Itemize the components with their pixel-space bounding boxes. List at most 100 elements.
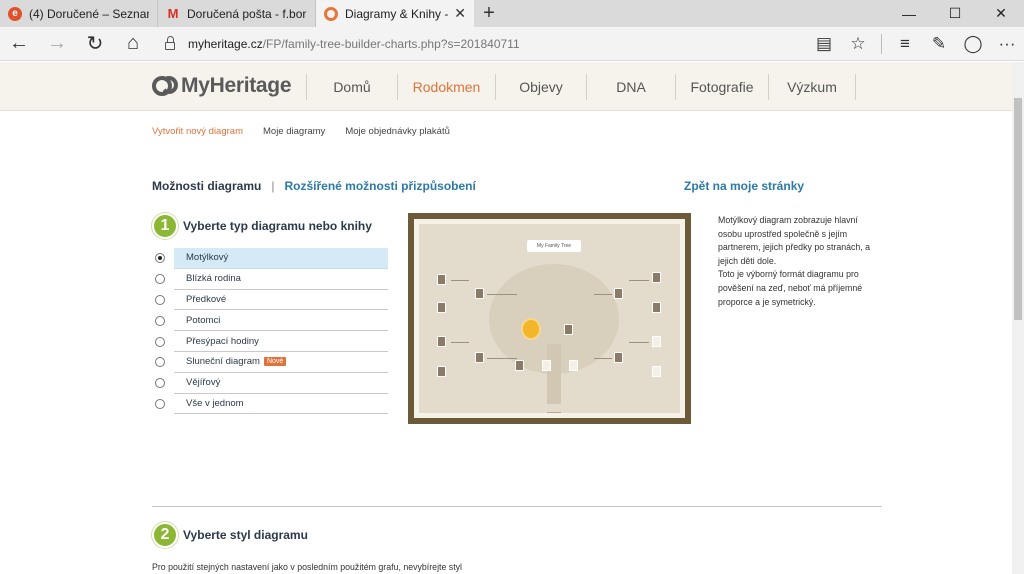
myheritage-logo[interactable]: MyHeritage (152, 74, 292, 98)
chart-type-list: Motýlkový Blízká rodina Předkové Potomci… (152, 248, 388, 415)
radio-button[interactable] (155, 274, 165, 285)
radio-button[interactable] (155, 253, 165, 264)
tree-connector (487, 358, 517, 359)
chart-type-option[interactable]: Motýlkový (152, 248, 388, 269)
chart-preview-image: My Family Tree (408, 213, 691, 424)
nav-vyzkum[interactable]: Výzkum (768, 74, 856, 100)
home-icon[interactable]: ⌂ (114, 27, 152, 61)
share-icon[interactable]: ◯ (956, 27, 990, 61)
maximize-icon[interactable]: ☐ (932, 0, 978, 27)
person-photo (437, 274, 446, 285)
person-photo (437, 302, 446, 313)
chart-type-name: Vějířový (186, 377, 221, 389)
description-text: Motýlkový diagram zobrazuje hlavní osobu… (718, 215, 871, 266)
radio-button[interactable] (155, 398, 165, 409)
browser-toolbar: ▤ ☆ ≡ ✎ ◯ ··· (807, 27, 1024, 61)
minimize-icon[interactable]: — (886, 0, 932, 27)
radio-button[interactable] (155, 315, 165, 326)
chart-type-name: Motýlkový (186, 252, 229, 264)
radio-button[interactable] (155, 357, 165, 368)
tree-connector (594, 358, 612, 359)
refresh-icon[interactable]: ↻ (76, 27, 114, 61)
person-photo (515, 360, 524, 371)
person-photo (569, 360, 578, 371)
chart-type-label[interactable]: Vějířový (174, 373, 388, 394)
tab-title: Doručená pošta - f.boruvka (187, 6, 307, 21)
chart-type-option[interactable]: Vše v jednom (152, 394, 388, 415)
chart-type-option[interactable]: Potomci (152, 310, 388, 332)
nav-rodokmen[interactable]: Rodokmen (397, 74, 495, 100)
tree-connector (629, 280, 649, 281)
chart-type-option[interactable]: Předkové (152, 290, 388, 311)
close-tab-icon[interactable]: ✕ (454, 5, 466, 22)
site-header: MyHeritage Domů Rodokmen Objevy DNA Foto… (0, 62, 1012, 111)
window-controls: — ☐ ✕ (886, 0, 1024, 27)
reading-view-icon[interactable]: ▤ (807, 27, 841, 61)
chart-type-label[interactable]: Vše v jednom (174, 394, 388, 415)
browser-tab-myheritage[interactable]: Diagramy & Knihy - Bor ✕ (316, 0, 474, 27)
chart-type-option[interactable]: Přesýpací hodiny (152, 331, 388, 352)
scrollbar-thumb[interactable] (1014, 98, 1022, 320)
logo-mark-icon (152, 74, 178, 98)
person-photo (652, 366, 661, 377)
tree-connector (487, 294, 517, 295)
browser-tab-gmail[interactable]: M Doručená pošta - f.boruvka (158, 0, 316, 27)
web-note-icon[interactable]: ✎ (922, 27, 956, 61)
nav-dna[interactable]: DNA (586, 74, 675, 100)
page-scrollbar[interactable] (1012, 62, 1024, 574)
new-tab-button[interactable]: + (474, 0, 504, 27)
more-icon[interactable]: ··· (990, 27, 1024, 61)
hub-icon[interactable]: ≡ (888, 27, 922, 61)
subnav-create-chart[interactable]: Vytvořit nový diagram (152, 126, 243, 137)
step-1-heading: 1 Vyberte typ diagramu nebo knihy (152, 213, 372, 239)
chart-type-description: Motýlkový diagram zobrazuje hlavní osobu… (718, 214, 880, 309)
chart-type-option[interactable]: Blízká rodina (152, 269, 388, 290)
new-badge: Nové (263, 357, 287, 367)
logo-text: MyHeritage (181, 74, 292, 97)
step-title: Vyberte typ diagramu nebo knihy (183, 219, 372, 233)
radio-button[interactable] (155, 378, 165, 389)
chart-type-option[interactable]: Sluneční diagram Nové (152, 352, 388, 373)
chart-type-option[interactable]: Vějířový (152, 373, 388, 394)
forward-icon[interactable]: → (38, 27, 76, 61)
person-photo (475, 352, 484, 363)
subnav-my-charts[interactable]: Moje diagramy (263, 126, 325, 137)
radio-button[interactable] (155, 294, 165, 305)
chart-options-tabs: Možnosti diagramu | Rozšířené možnosti p… (152, 179, 476, 193)
chart-type-label[interactable]: Potomci (174, 310, 388, 332)
chart-type-label[interactable]: Blízká rodina (174, 269, 388, 290)
back-icon[interactable]: ← (0, 27, 38, 61)
url-field[interactable]: myheritage.cz/FP/family-tree-builder-cha… (188, 37, 520, 51)
chart-type-name: Přesýpací hodiny (186, 335, 259, 347)
chart-type-label[interactable]: Motýlkový (174, 248, 388, 269)
tab-advanced-options[interactable]: Rozšířené možnosti přizpůsobení (284, 179, 475, 193)
style-note: Pro použití stejných nastavení jako v po… (152, 562, 463, 572)
chart-type-name: Potomci (186, 314, 221, 326)
browser-tab-seznam[interactable]: e (4) Doručené – Seznam Ema (0, 0, 158, 27)
tab-chart-options[interactable]: Možnosti diagramu (152, 179, 261, 193)
window-close-icon[interactable]: ✕ (978, 0, 1024, 27)
tree-trunk (547, 344, 561, 404)
radio-button[interactable] (155, 336, 165, 347)
nav-fotografie[interactable]: Fotografie (675, 74, 768, 100)
nav-objevy[interactable]: Objevy (495, 74, 586, 100)
nav-domu[interactable]: Domů (306, 74, 397, 100)
person-photo (542, 360, 551, 371)
step-title: Vyberte styl diagramu (183, 528, 308, 542)
back-to-my-pages-link[interactable]: Zpět na moje stránky (684, 179, 804, 193)
chart-type-label[interactable]: Sluneční diagram Nové (174, 352, 388, 373)
person-photo (652, 336, 661, 347)
tab-title: Diagramy & Knihy - Bor (345, 6, 450, 21)
seznam-icon: e (8, 6, 22, 21)
main-nav: Domů Rodokmen Objevy DNA Fotografie Výzk… (306, 74, 856, 100)
person-photo (475, 288, 484, 299)
favorite-star-icon[interactable]: ☆ (841, 27, 875, 61)
person-photo (614, 288, 623, 299)
subnav-my-orders[interactable]: Moje objednávky plakátů (345, 126, 450, 137)
tree-connector (594, 294, 612, 295)
step-number-badge: 1 (152, 213, 178, 239)
url-host: myheritage.cz (188, 36, 263, 51)
chart-type-label[interactable]: Přesýpací hodiny (174, 331, 388, 352)
chart-type-name: Vše v jednom (186, 397, 244, 409)
chart-type-label[interactable]: Předkové (174, 290, 388, 311)
